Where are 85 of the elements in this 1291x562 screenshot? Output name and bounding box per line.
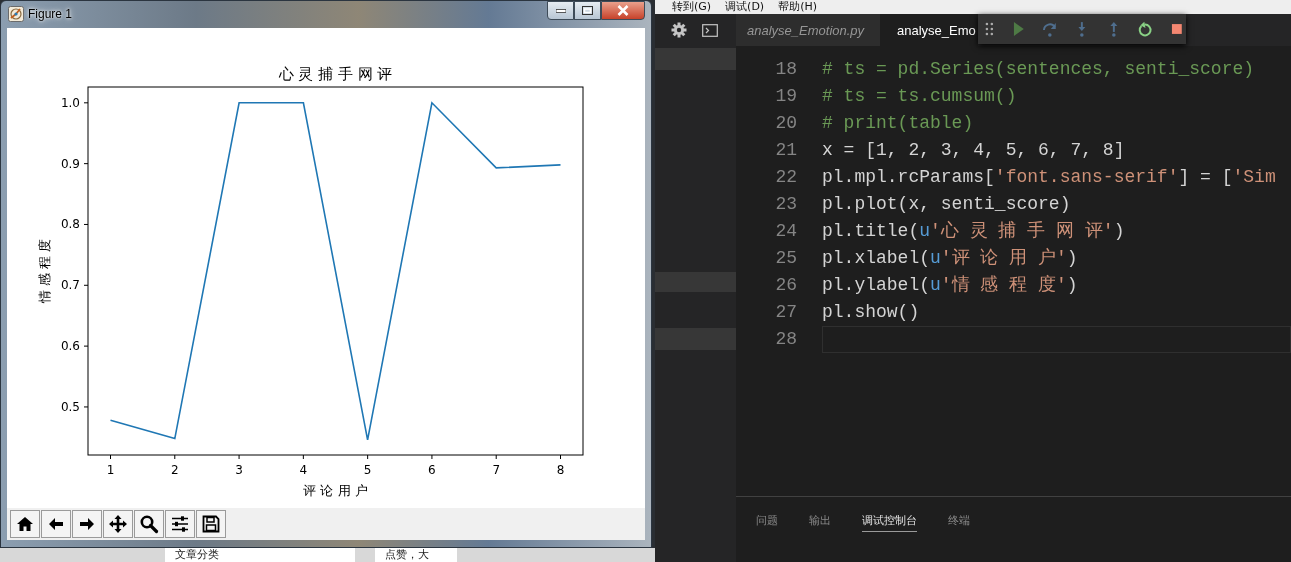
code-line: # print(table) [822, 112, 974, 135]
panel-text: 点赞，大 [375, 548, 457, 562]
code-line: pl.plot(x, senti_score) [822, 193, 1071, 216]
panel-tab[interactable]: 问题 [756, 513, 778, 532]
line-number: 24 [774, 220, 797, 243]
tick-label: 1.0 [60, 95, 80, 110]
tick-mark [83, 223, 89, 225]
menu-item[interactable]: 帮助(H) [778, 0, 818, 14]
tick-mark [110, 454, 111, 460]
sliders-button[interactable] [165, 510, 195, 538]
tick-mark [83, 345, 89, 347]
tick-label: 6 [428, 463, 436, 477]
code-line: pl.title(u'心 灵 捕 手 网 评') [822, 220, 1125, 243]
app-icon [8, 6, 24, 22]
tick-label: 0.8 [60, 217, 80, 232]
editor-tab[interactable]: analyse_Emotion.py [736, 14, 880, 46]
search-button[interactable] [134, 510, 164, 538]
axis-label: 情 感 程 度 [37, 238, 52, 304]
line-number: 28 [774, 328, 797, 351]
code-line: # ts = pd.Series(sentences, senti_score) [822, 58, 1255, 81]
code-line: pl.ylabel(u'情 感 程 度') [822, 274, 1078, 297]
tick-label: 0.9 [60, 156, 80, 171]
line-number: 26 [774, 274, 797, 297]
line-number: 19 [774, 85, 797, 108]
tick-mark [367, 454, 369, 460]
menu-item[interactable]: 转到(G) [672, 0, 712, 14]
maximize-icon [582, 6, 593, 15]
terminal-icon[interactable] [702, 23, 718, 37]
line-number: 18 [774, 58, 797, 81]
tick-mark [83, 163, 89, 165]
line-number: 22 [774, 166, 797, 189]
axis-label: 评 论 用 户 [303, 483, 368, 498]
tick-label: 5 [363, 463, 372, 477]
back-button[interactable] [41, 510, 71, 538]
tick-mark [302, 454, 304, 460]
category-heading: 文章分类 [165, 548, 355, 562]
minimize-icon [555, 8, 566, 13]
panel-tab[interactable]: 调试控制台 [862, 513, 917, 532]
editor-tab[interactable]: analyse_Emo [880, 14, 978, 46]
close-button[interactable] [601, 1, 645, 20]
tick-mark [83, 102, 89, 104]
home-icon [15, 514, 35, 534]
tick-label: 8 [556, 463, 565, 477]
line-number: 27 [774, 301, 797, 324]
maximize-button[interactable] [574, 1, 601, 20]
forward-button[interactable] [72, 510, 102, 538]
tick-label: 4 [299, 463, 308, 477]
tick-mark [495, 454, 497, 460]
tick-mark [560, 454, 561, 460]
tick-mark [238, 454, 240, 460]
tick-label: 3 [235, 463, 243, 477]
close-icon [617, 5, 629, 16]
code-line: x = [1, 2, 3, 4, 5, 6, 7, 8] [822, 139, 1125, 162]
tick-label: 0.6 [60, 339, 80, 354]
sliders-icon [170, 514, 190, 534]
panel-tab[interactable]: 输出 [809, 513, 831, 532]
window-title: Figure 1 [28, 7, 73, 21]
tick-label: 0.5 [60, 399, 80, 414]
tick-label: 1 [106, 463, 115, 477]
settings-icon[interactable] [671, 22, 687, 38]
chart-title: 心 灵 捕 手 网 评 [278, 65, 393, 83]
line-number: 25 [774, 247, 797, 270]
tick-mark [83, 284, 89, 286]
search-icon [139, 514, 159, 534]
panel-tab[interactable]: 终端 [948, 513, 970, 532]
line-number: 21 [774, 139, 797, 162]
line-number: 23 [774, 193, 797, 216]
minimize-button[interactable] [547, 1, 574, 20]
move-icon [108, 514, 128, 534]
code-line: pl.xlabel(u'评 论 用 户') [822, 247, 1078, 270]
tick-label: 7 [492, 463, 501, 477]
tick-label: 0.7 [60, 278, 80, 293]
step-over-icon[interactable] [1041, 20, 1059, 38]
tick-mark [83, 406, 89, 408]
code-line: # ts = ts.cumsum() [822, 85, 1017, 108]
floppy-disk-button[interactable] [196, 510, 226, 538]
tick-mark [431, 454, 433, 460]
move-button[interactable] [103, 510, 133, 538]
line-number: 20 [774, 112, 797, 135]
tick-label: 2 [170, 463, 179, 477]
home-button[interactable] [10, 510, 40, 538]
code-line: pl.mpl.rcParams['font.sans-serif'] = ['Sim [822, 166, 1276, 189]
tick-mark [174, 454, 176, 460]
code-line: pl.show() [822, 301, 920, 324]
menu-item[interactable]: 调试(D) [725, 0, 765, 14]
